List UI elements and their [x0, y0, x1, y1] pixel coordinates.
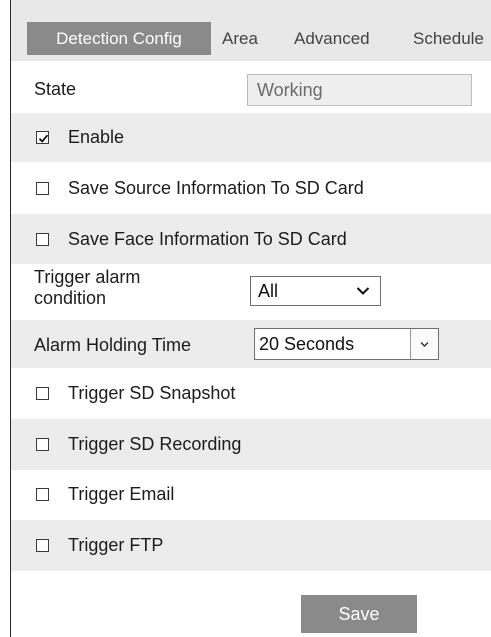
tab-bar: Detection Config Area Advanced Schedule — [11, 0, 491, 61]
alarm-holding-select[interactable]: 20 Seconds — [254, 328, 439, 360]
dropdown-arrow-icon — [420, 342, 429, 347]
save-source-row: Save Source Information To SD Card — [11, 162, 491, 214]
trigger-ftp-checkbox[interactable] — [36, 539, 49, 552]
trigger-email-checkbox[interactable] — [36, 488, 49, 501]
alarm-holding-value: 20 Seconds — [259, 334, 355, 354]
state-label: State — [34, 79, 77, 99]
trigger-sd-snapshot-row: Trigger SD Snapshot — [11, 368, 491, 419]
tab-area[interactable]: Area — [222, 22, 268, 55]
save-button[interactable]: Save — [301, 595, 417, 633]
trigger-condition-row: Trigger alarm condition All — [11, 264, 491, 320]
state-field: Working — [247, 74, 472, 106]
trigger-ftp-label: Trigger FTP — [68, 535, 164, 555]
chevron-down-icon — [356, 287, 370, 295]
save-source-checkbox[interactable] — [36, 182, 49, 195]
trigger-condition-label-line2: condition — [34, 288, 107, 308]
detection-config-panel: Detection Config Area Advanced Schedule … — [10, 0, 491, 637]
alarm-holding-dropdown-button[interactable] — [410, 329, 438, 359]
trigger-email-label: Trigger Email — [68, 484, 175, 504]
enable-checkbox[interactable] — [36, 131, 49, 144]
enable-label: Enable — [68, 127, 125, 147]
save-face-row: Save Face Information To SD Card — [11, 214, 491, 264]
trigger-sd-recording-label: Trigger SD Recording — [68, 434, 242, 454]
tab-schedule[interactable]: Schedule — [413, 22, 491, 55]
save-face-label: Save Face Information To SD Card — [68, 229, 347, 249]
enable-row: Enable — [11, 113, 491, 162]
trigger-sd-recording-checkbox[interactable] — [36, 438, 49, 451]
save-source-label: Save Source Information To SD Card — [68, 178, 364, 198]
trigger-sd-snapshot-label: Trigger SD Snapshot — [68, 383, 236, 403]
trigger-sd-snapshot-checkbox[interactable] — [36, 387, 49, 400]
alarm-holding-row: Alarm Holding Time 20 Seconds — [11, 320, 491, 368]
save-face-checkbox[interactable] — [36, 233, 49, 246]
trigger-email-row: Trigger Email — [11, 470, 491, 520]
tab-detection-config[interactable]: Detection Config — [27, 22, 211, 55]
checkmark-icon — [38, 134, 49, 143]
state-row: State Working — [11, 67, 491, 112]
trigger-condition-label-line1: Trigger alarm — [34, 267, 141, 287]
alarm-holding-label: Alarm Holding Time — [34, 335, 192, 355]
trigger-condition-select[interactable]: All — [250, 276, 381, 306]
trigger-sd-recording-row: Trigger SD Recording — [11, 419, 491, 470]
trigger-ftp-row: Trigger FTP — [11, 520, 491, 571]
trigger-condition-value: All — [258, 281, 279, 301]
tab-advanced[interactable]: Advanced — [294, 22, 399, 55]
